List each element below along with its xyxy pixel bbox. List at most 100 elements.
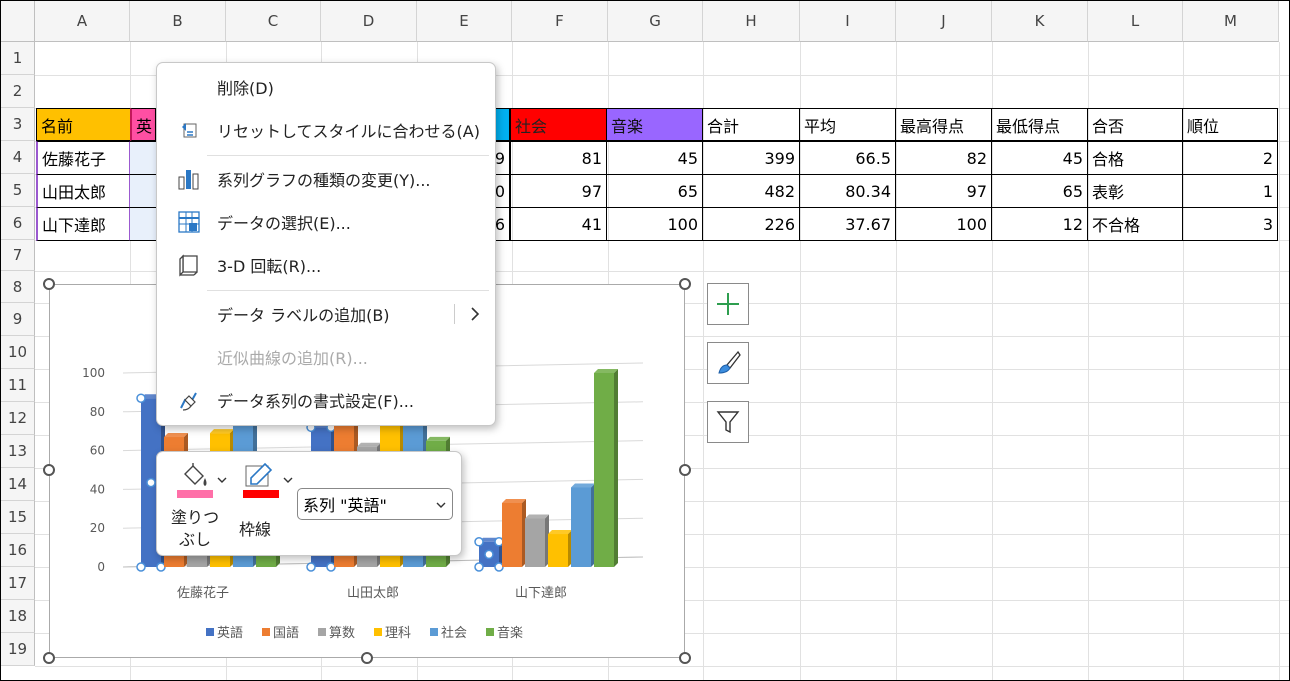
table-cell-name[interactable]: 佐藤花子 bbox=[36, 141, 131, 175]
row-header-17[interactable]: 17 bbox=[1, 567, 35, 600]
fill-label-line2: ぶし bbox=[179, 530, 212, 549]
series-select-value: 系列 "英語" bbox=[303, 496, 387, 515]
cell-F3-social-header[interactable]: 社会 bbox=[510, 108, 607, 141]
row-header-12[interactable]: 12 bbox=[1, 402, 35, 435]
table-cell-english[interactable] bbox=[130, 207, 156, 241]
column-header-E[interactable]: E bbox=[417, 1, 512, 42]
table-cell-m[interactable]: 2 bbox=[1182, 141, 1278, 175]
column-header-C[interactable]: C bbox=[226, 1, 321, 42]
column-header-H[interactable]: H bbox=[703, 1, 800, 42]
cell-K3-min-header[interactable]: 最低得点 bbox=[991, 108, 1088, 141]
cell-J3-max-header[interactable]: 最高得点 bbox=[895, 108, 992, 141]
outline-button[interactable]: 枠線 bbox=[235, 460, 295, 550]
table-cell-name[interactable]: 山田太郎 bbox=[36, 174, 131, 208]
table-cell-k[interactable]: 65 bbox=[991, 174, 1088, 208]
column-header-M[interactable]: M bbox=[1183, 1, 1279, 42]
row-header-1[interactable]: 1 bbox=[1, 42, 35, 75]
cell-A3-name-header[interactable]: 名前 bbox=[36, 108, 131, 141]
row-header-13[interactable]: 13 bbox=[1, 435, 35, 468]
table-cell-m[interactable]: 3 bbox=[1182, 207, 1278, 241]
chevron-down-icon[interactable] bbox=[283, 476, 293, 484]
table-cell-j[interactable]: 82 bbox=[895, 141, 992, 175]
select-all-corner[interactable] bbox=[1, 1, 35, 42]
chart-elements-button[interactable] bbox=[707, 283, 749, 325]
table-cell-h[interactable]: 399 bbox=[702, 141, 800, 175]
table-cell-i[interactable]: 66.5 bbox=[799, 141, 896, 175]
row-header-19[interactable]: 19 bbox=[1, 633, 35, 666]
row-header-7[interactable]: 7 bbox=[1, 240, 35, 271]
column-header-A[interactable]: A bbox=[35, 1, 130, 42]
table-cell-k[interactable]: 12 bbox=[991, 207, 1088, 241]
table-cell-h[interactable]: 226 bbox=[702, 207, 800, 241]
table-cell-j[interactable]: 97 bbox=[895, 174, 992, 208]
table-cell-g[interactable]: 100 bbox=[606, 207, 703, 241]
column-header-D[interactable]: D bbox=[321, 1, 417, 42]
column-header-F[interactable]: F bbox=[512, 1, 608, 42]
row-header-11[interactable]: 11 bbox=[1, 369, 35, 402]
cell-M3-rank-header[interactable]: 順位 bbox=[1182, 108, 1278, 141]
table-cell-f[interactable]: 81 bbox=[510, 141, 607, 175]
table-cell-f[interactable]: 97 bbox=[510, 174, 607, 208]
table-cell-l[interactable]: 表彰 bbox=[1087, 174, 1183, 208]
cell-L3-pass-header[interactable]: 合否 bbox=[1087, 108, 1183, 141]
table-cell-l[interactable]: 合格 bbox=[1087, 141, 1183, 175]
row-header-10[interactable]: 10 bbox=[1, 336, 35, 369]
menu-item-add-data-labels[interactable]: データ ラベルの追加(B) bbox=[157, 297, 495, 331]
menu-item-delete[interactable]: 削除(D) bbox=[157, 70, 495, 104]
menu-item-label: リセットしてスタイルに合わせる(A) bbox=[217, 122, 480, 141]
submenu-divider bbox=[454, 304, 455, 324]
table-cell-h[interactable]: 482 bbox=[702, 174, 800, 208]
chart-filters-button[interactable] bbox=[707, 401, 749, 443]
row-header-18[interactable]: 18 bbox=[1, 600, 35, 633]
chevron-down-icon[interactable] bbox=[217, 476, 227, 484]
table-cell-english[interactable] bbox=[130, 141, 156, 175]
column-header-K[interactable]: K bbox=[992, 1, 1088, 42]
select-data-icon bbox=[177, 210, 201, 234]
table-cell-i[interactable]: 80.34 bbox=[799, 174, 896, 208]
cell-I3-average-header[interactable]: 平均 bbox=[799, 108, 896, 141]
column-header-G[interactable]: G bbox=[608, 1, 703, 42]
chart-resize-handle-bl[interactable] bbox=[43, 652, 55, 664]
table-cell-i[interactable]: 37.67 bbox=[799, 207, 896, 241]
column-header-B[interactable]: B bbox=[130, 1, 226, 42]
row-header-8[interactable]: 8 bbox=[1, 271, 35, 303]
row-header-9[interactable]: 9 bbox=[1, 303, 35, 336]
table-cell-english[interactable] bbox=[130, 174, 156, 208]
cell-B3-english-header[interactable]: 英 bbox=[130, 108, 156, 141]
table-cell-l[interactable]: 不合格 bbox=[1087, 207, 1183, 241]
menu-item-format-data-series[interactable]: データ系列の書式設定(F)... bbox=[157, 383, 495, 417]
column-header-J[interactable]: J bbox=[896, 1, 992, 42]
menu-item-3d-rotation[interactable]: 3-D 回転(R)... bbox=[157, 248, 495, 282]
row-header-5[interactable]: 5 bbox=[1, 174, 35, 207]
menu-item-change-chart-type[interactable]: 系列グラフの種類の変更(Y)... bbox=[157, 162, 495, 196]
row-header-16[interactable]: 16 bbox=[1, 534, 35, 567]
menu-item-reset-style[interactable]: リセットしてスタイルに合わせる(A) bbox=[157, 113, 495, 147]
menu-item-select-data[interactable]: データの選択(E)... bbox=[157, 205, 495, 239]
chart-resize-handle-br[interactable] bbox=[679, 652, 691, 664]
row-header-3[interactable]: 3 bbox=[1, 108, 35, 141]
table-cell-g[interactable]: 65 bbox=[606, 174, 703, 208]
table-cell-m[interactable]: 1 bbox=[1182, 174, 1278, 208]
chart-resize-handle-tr[interactable] bbox=[679, 278, 691, 290]
table-cell-j[interactable]: 100 bbox=[895, 207, 992, 241]
cell-H3-total-header[interactable]: 合計 bbox=[702, 108, 800, 141]
chart-resize-handle-bm[interactable] bbox=[361, 652, 373, 664]
row-header-15[interactable]: 15 bbox=[1, 501, 35, 534]
chart-styles-button[interactable] bbox=[707, 342, 749, 384]
series-select-dropdown[interactable]: 系列 "英語" bbox=[297, 488, 453, 520]
row-header-4[interactable]: 4 bbox=[1, 141, 35, 174]
column-header-L[interactable]: L bbox=[1088, 1, 1183, 42]
fill-button[interactable]: 塗りつ ぶし bbox=[167, 460, 229, 550]
chart-resize-handle-tl[interactable] bbox=[43, 278, 55, 290]
chart-resize-handle-mr[interactable] bbox=[679, 464, 691, 476]
table-cell-k[interactable]: 45 bbox=[991, 141, 1088, 175]
table-cell-g[interactable]: 45 bbox=[606, 141, 703, 175]
chart-resize-handle-ml[interactable] bbox=[43, 464, 55, 476]
column-header-I[interactable]: I bbox=[800, 1, 896, 42]
table-cell-f[interactable]: 41 bbox=[510, 207, 607, 241]
cell-G3-music-header[interactable]: 音楽 bbox=[606, 108, 703, 141]
row-header-2[interactable]: 2 bbox=[1, 75, 35, 108]
row-header-14[interactable]: 14 bbox=[1, 468, 35, 501]
row-header-6[interactable]: 6 bbox=[1, 207, 35, 240]
table-cell-name[interactable]: 山下達郎 bbox=[36, 207, 131, 241]
